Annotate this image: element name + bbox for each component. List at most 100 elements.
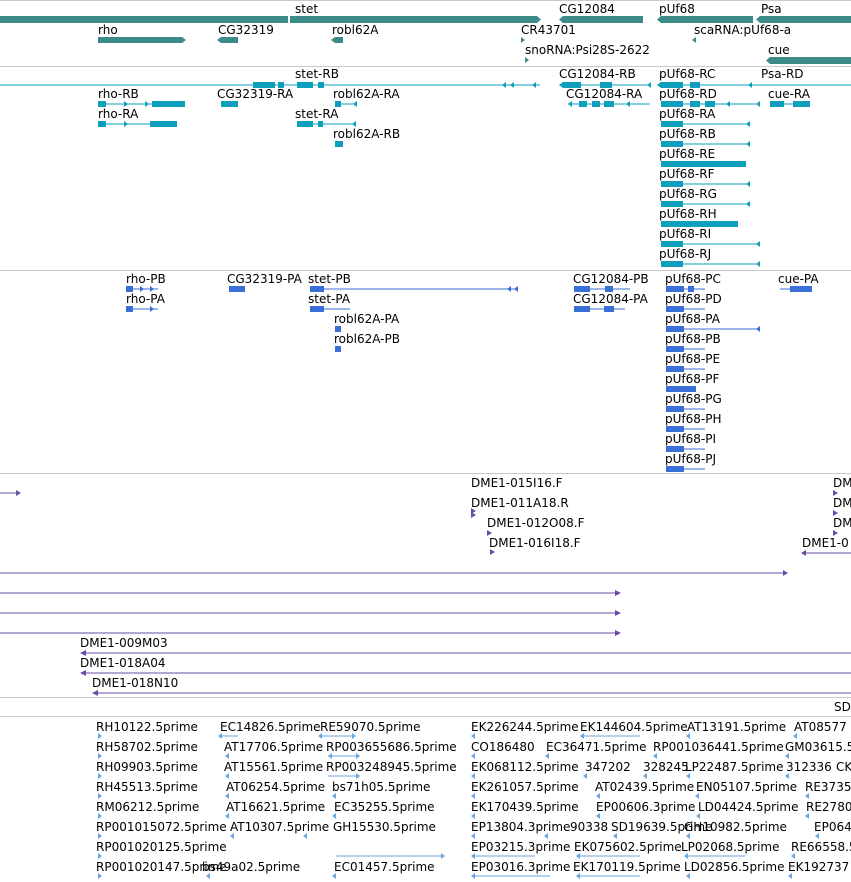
est-label[interactable]: EK170439.5prime [471,800,579,814]
protein-label[interactable]: CG12084-PA [573,292,649,306]
est-label[interactable]: AT13191.5prime [687,720,786,734]
est-label[interactable]: EC01457.5prime [334,860,435,874]
gene-label-robl62A[interactable]: robl62A [332,23,379,37]
transcript-CG32319-RA[interactable] [221,101,238,107]
gene-bar-robl62A[interactable] [335,37,343,43]
protein-label[interactable]: pUf68-PB [665,332,721,346]
est-label[interactable]: GH15530.5prime [333,820,436,834]
transcript-label[interactable]: CG12084-RB [559,67,636,81]
protein-label[interactable]: pUf68-PI [665,432,716,446]
clone-label[interactable]: DME1-009M03 [80,636,168,650]
est-label[interactable]: EC36471.5prime [546,740,647,754]
gene-label-scaRNA[interactable]: scaRNA:pUf68-a [694,23,791,37]
protein-label[interactable]: pUf68-PJ [665,452,716,466]
protein-label[interactable]: stet-PB [308,272,351,286]
gene-bar-scaRNA[interactable] [692,37,696,43]
est-label[interactable]: CO186480 [471,740,535,754]
protein-label[interactable]: pUf68-PH [665,412,721,426]
gene-label-Psa[interactable]: Psa [761,2,782,16]
est-label[interactable]: AT15561.5prime [224,760,323,774]
clone-label[interactable]: DME1-012O08.F [487,516,585,530]
gene-label-CG12084[interactable]: CG12084 [559,2,615,16]
transcript-label[interactable]: pUf68-RE [659,147,715,161]
clone-label[interactable]: DM [833,476,851,490]
transcript-label[interactable]: CG12084-RA [566,87,643,101]
est-label[interactable]: 312336 [786,760,832,774]
est-label[interactable]: RE3735 [805,780,851,794]
est-label[interactable]: EC35255.5prime [334,800,435,814]
gene-bar-CG32319[interactable] [221,37,238,43]
transcript-label[interactable]: CG32319-RA [217,87,294,101]
protein-label[interactable]: cue-PA [778,272,819,286]
gene-bar-pUf68[interactable] [661,16,753,23]
est-label[interactable]: EK192737 [788,860,849,874]
clone-label[interactable]: DME1-011A18.R [471,496,569,510]
protein-label[interactable]: pUf68-PE [665,352,720,366]
protein-pUf68-PJ[interactable] [666,466,684,472]
transcript-label[interactable]: stet-RA [295,107,339,121]
est-label[interactable]: EK075602.5prime [574,840,682,854]
est-label[interactable]: RH58702.5prime [96,740,198,754]
est-label[interactable]: EK261057.5prime [471,780,579,794]
protein-label[interactable]: pUf68-PG [665,392,722,406]
est-label[interactable]: EP13804.3prime [471,820,570,834]
protein-label[interactable]: rho-PB [126,272,166,286]
clone-label[interactable]: DME1-018N10 [92,676,178,690]
protein-label[interactable]: rho-PA [126,292,166,306]
gene-bar-CG12084[interactable] [563,16,643,23]
est-label[interactable]: CK [836,760,851,774]
transcript-label[interactable]: pUf68-RG [659,187,717,201]
protein-rho-PA[interactable] [126,306,133,312]
gene-label-CG32319[interactable]: CG32319 [218,23,274,37]
gene-bar-rho[interactable] [98,37,182,43]
clone-label[interactable]: DME1-016I18.F [489,536,581,550]
transcript-robl62A-RB[interactable] [335,141,343,147]
est-label[interactable]: RM06212.5prime [96,800,199,814]
protein-label[interactable]: robl62A-PA [334,312,400,326]
est-label[interactable]: AT08577 [794,720,847,734]
gene-label-pUf68[interactable]: pUf68 [659,2,695,16]
gene-label-cue[interactable]: cue [768,43,790,57]
clone-label[interactable]: DME1-015I16.F [471,476,563,490]
est-label[interactable]: EC14826.5prime [220,720,321,734]
gene-bar-cue[interactable] [770,57,851,64]
protein-label[interactable]: pUf68-PD [665,292,722,306]
est-label[interactable]: LP02068.5prime [681,840,780,854]
est-label[interactable]: 328245 [643,760,689,774]
est-label[interactable]: LP22487.5prime [685,760,784,774]
est-label[interactable]: EP03215.3prime [471,840,570,854]
protein-label[interactable]: pUf68-PA [665,312,721,326]
est-label[interactable]: bs49a02.5prime [202,860,300,874]
transcript-label[interactable]: pUf68-RA [659,107,716,121]
gene-bar-Psa[interactable] [760,16,851,23]
sd-label[interactable]: SD [834,700,851,714]
transcript-label[interactable]: pUf68-RF [659,167,715,181]
est-label[interactable]: AT17706.5prime [224,740,323,754]
est-label[interactable]: EP064 [814,820,851,834]
protein-CG12084-PA[interactable] [574,306,590,312]
est-label[interactable]: EK170119.5prime [573,860,681,874]
protein-label[interactable]: CG12084-PB [573,272,649,286]
transcript-label[interactable]: pUf68-RI [659,227,711,241]
est-label[interactable]: AT16621.5prime [226,800,325,814]
transcript-label[interactable]: rho-RB [98,87,139,101]
gene-label-rho[interactable]: rho [98,23,118,37]
transcript-stet-RA[interactable] [297,121,313,127]
transcript-cue-RA[interactable] [770,101,784,107]
est-label[interactable]: LD02856.5prime [684,860,785,874]
est-label[interactable]: GM03615.5 [785,740,851,754]
est-label[interactable]: 90338 [570,820,608,834]
transcript-label[interactable]: Psa-RD [761,67,804,81]
est-label[interactable]: EK144604.5prime [580,720,688,734]
gene-label-stet[interactable]: stet [295,2,318,16]
gene-label-CR43701[interactable]: CR43701 [521,23,576,37]
est-label[interactable]: RH09903.5prime [96,760,198,774]
transcript-CG12084-RA[interactable] [568,101,572,107]
protein-label[interactable]: pUf68-PF [665,372,719,386]
est-label[interactable]: 347202 [585,760,631,774]
est-label[interactable]: RP001015072.5prime [96,820,227,834]
transcript-label[interactable]: rho-RA [98,107,139,121]
est-label[interactable]: EN05107.5prime [696,780,797,794]
protein-robl62A-PB[interactable] [335,346,341,352]
protein-label[interactable]: stet-PA [308,292,351,306]
